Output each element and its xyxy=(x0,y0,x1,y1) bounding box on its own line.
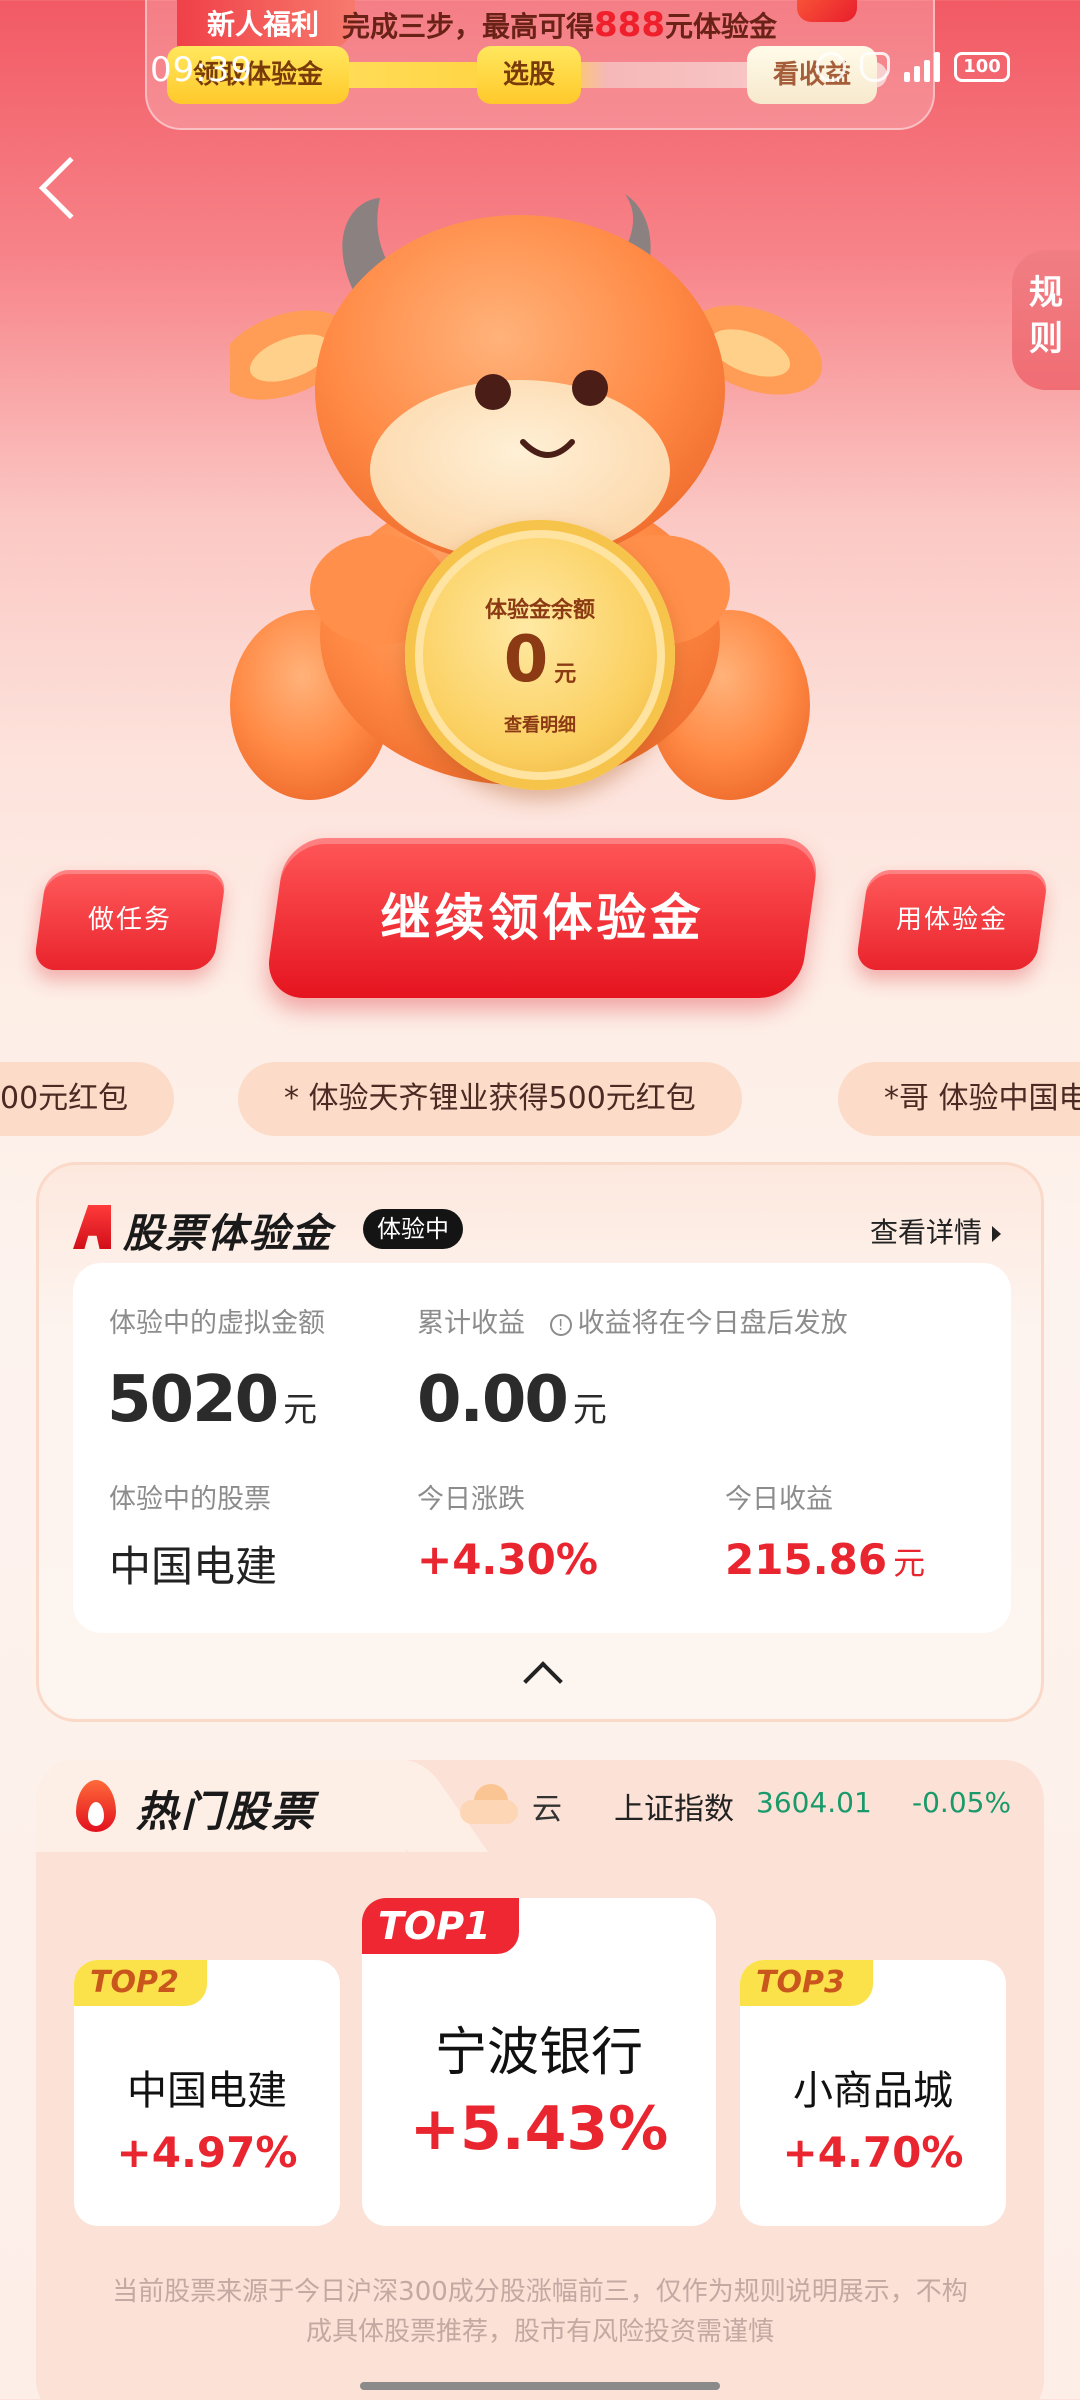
continue-claim-label: 继续领体验金 xyxy=(380,889,705,947)
today-change-label: 今日涨跌 xyxy=(417,1484,525,1515)
today-income-label: 今日收益 xyxy=(725,1484,833,1515)
stock-label: 体验中的股票 xyxy=(109,1484,271,1515)
rules-label-1: 规 xyxy=(1029,273,1063,313)
virtual-amount-label: 体验中的虚拟金额 xyxy=(109,1308,325,1339)
battery-icon: 100 xyxy=(954,52,1010,82)
info-icon: ! xyxy=(549,1314,572,1336)
hot-stock-card-top1[interactable]: TOP1 宁波银行 +5.43% xyxy=(362,1898,716,2226)
cum-income-unit: 元 xyxy=(572,1390,607,1430)
ticker-item: 00元红包 xyxy=(0,1062,175,1136)
ticker-item: *哥 体验中国电 xyxy=(838,1062,1080,1136)
home-indicator[interactable] xyxy=(360,2382,720,2390)
use-experience-fund-label: 用体验金 xyxy=(895,905,1008,935)
cloud-icon xyxy=(460,1784,518,1824)
stock-name: 宁波银行 xyxy=(434,2023,643,2083)
status-time: 09:39 xyxy=(150,50,253,90)
rank-badge: TOP3 xyxy=(740,1960,873,2006)
coin-amount-value: 0 xyxy=(503,623,549,697)
gift-icon xyxy=(797,0,857,22)
income-note-text: 收益将在今日盘后发放 xyxy=(577,1308,848,1339)
view-details-link[interactable]: 查看明细 xyxy=(405,711,675,737)
stock-change: +5.43% xyxy=(409,2094,669,2164)
weather-text: 云 xyxy=(532,1792,562,1827)
stock-change: +4.70% xyxy=(782,2128,964,2177)
view-details-button[interactable]: 查看详情 xyxy=(870,1211,1001,1251)
stock-name: 小商品城 xyxy=(793,2068,953,2114)
promo-amount: 888 xyxy=(594,5,665,45)
virtual-amount-unit: 元 xyxy=(283,1390,318,1430)
hot-stocks-title: 热门股票 xyxy=(136,1787,317,1836)
virtual-amount: 5020 元 xyxy=(107,1363,317,1437)
today-income-unit: 元 xyxy=(893,1544,926,1582)
back-icon[interactable] xyxy=(38,156,102,220)
hot-stock-card-top2[interactable]: TOP2 中国电建 +4.97% xyxy=(74,1960,340,2226)
stock-change: +4.97% xyxy=(116,2128,298,2177)
status-badge: 体验中 xyxy=(363,1209,463,1249)
cum-income-label: 累计收益 xyxy=(417,1308,525,1339)
do-task-button[interactable]: 做任务 xyxy=(32,870,228,970)
shield-icon xyxy=(860,52,890,82)
promo-text-prefix: 完成三步，最高可得 xyxy=(342,10,595,43)
index-change: -0.05% xyxy=(912,1786,1012,1819)
stock-name: 中国电建 xyxy=(109,1542,278,1591)
promo-tag: 新人福利 xyxy=(177,0,356,50)
experience-stats-panel: 体验中的虚拟金额 累计收益 ! 收益将在今日盘后发放 5020 元 0.00 元 体验… xyxy=(73,1263,1011,1633)
coin-amount: 0元 xyxy=(405,624,675,711)
ticker-item: * 体验天齐锂业获得500元红包 xyxy=(238,1062,742,1136)
today-income-value: 215.86 xyxy=(725,1535,888,1584)
signal-icon xyxy=(904,52,940,82)
disclaimer-text: 当前股票来源于今日沪深300成分股涨幅前三，仅作为规则说明展示，不构成具体股票推… xyxy=(112,2277,968,2347)
rules-label-2: 则 xyxy=(1029,319,1063,359)
today-change: +4.30% xyxy=(417,1535,598,1584)
rules-button[interactable]: 规 则 xyxy=(1012,250,1080,390)
cum-income: 0.00 元 xyxy=(417,1363,607,1437)
rank-badge: TOP2 xyxy=(74,1960,207,2006)
collapse-chevron-up-icon[interactable] xyxy=(523,1661,563,1701)
index-name: 上证指数 xyxy=(614,1792,734,1827)
coin-title: 体验金余额 xyxy=(484,598,595,623)
stock-experience-card: 股票体验金 体验中 查看详情 体验中的虚拟金额 累计收益 ! 收益将在今日盘后发放… xyxy=(36,1162,1044,1722)
use-experience-fund-button[interactable]: 用体验金 xyxy=(854,870,1050,970)
cum-income-value: 0.00 xyxy=(417,1363,569,1437)
promo-text-suffix: 元体验金 xyxy=(665,10,778,43)
continue-claim-button[interactable]: 继续领体验金 xyxy=(263,838,822,998)
virtual-amount-value: 5020 xyxy=(107,1363,279,1437)
status-icons: 100 xyxy=(816,52,1010,82)
coin-amount-unit: 元 xyxy=(554,662,577,687)
hot-stock-card-top3[interactable]: TOP3 小商品城 +4.70% xyxy=(740,1960,1006,2226)
alarm-icon xyxy=(816,52,846,82)
index-value: 3604.01 xyxy=(756,1786,872,1819)
activity-ticker: 00元红包 * 体验天齐锂业获得500元红包 *哥 体验中国电 xyxy=(0,1062,1080,1136)
experience-balance-coin[interactable]: 体验金余额 0元 查看明细 xyxy=(405,520,675,790)
promo-text: 完成三步，最高可得888元体验金 xyxy=(342,0,777,52)
stock-name: 中国电建 xyxy=(127,2068,287,2114)
today-income: 215.86 元 xyxy=(725,1535,925,1584)
income-note: ! 收益将在今日盘后发放 xyxy=(549,1308,848,1339)
do-task-label: 做任务 xyxy=(87,905,172,935)
brand-logo-icon xyxy=(73,1205,111,1249)
promo-step-pick[interactable]: 选股 xyxy=(477,46,582,104)
cum-income-label-group: 累计收益 ! 收益将在今日盘后发放 xyxy=(417,1301,848,1340)
rank-badge: TOP1 xyxy=(362,1898,519,1954)
experience-title: 股票体验金 xyxy=(123,1211,333,1257)
